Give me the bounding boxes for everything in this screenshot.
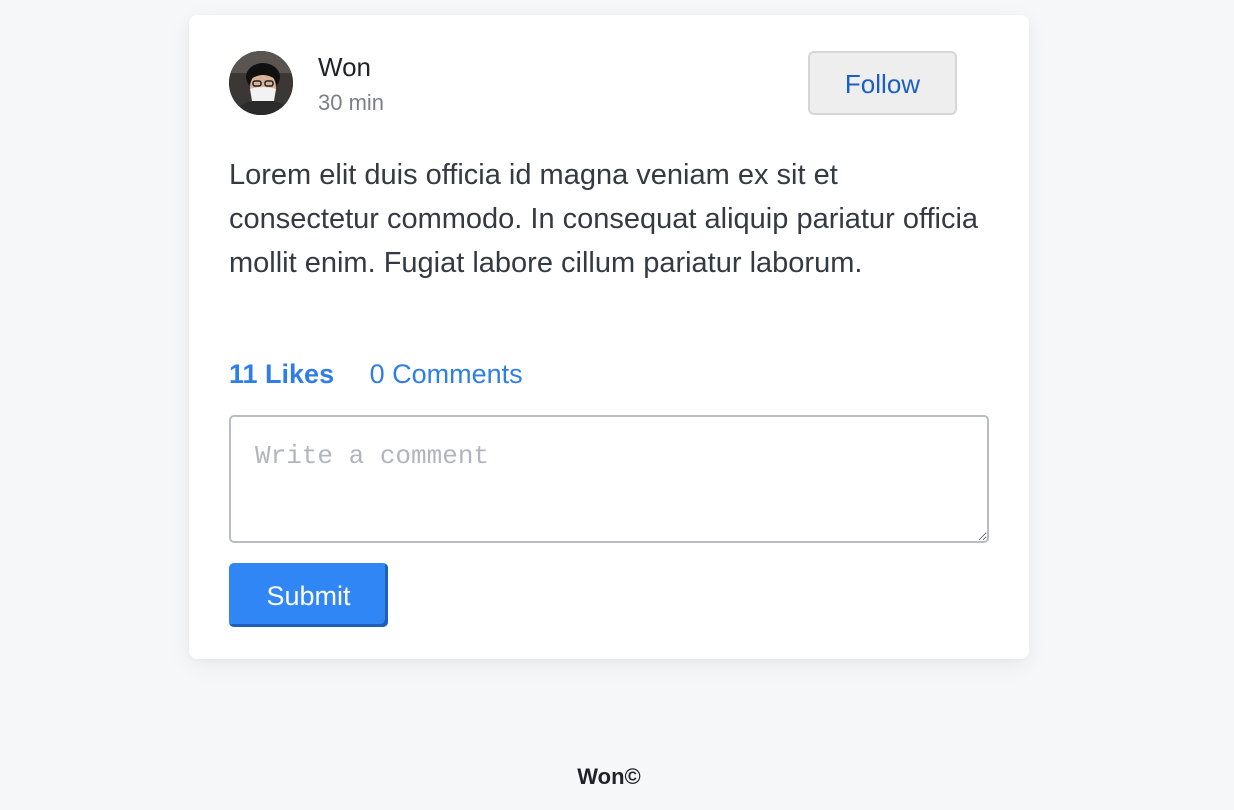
submit-button[interactable]: Submit	[229, 563, 388, 627]
author-avatar[interactable]	[229, 51, 293, 115]
post-time: 30 min	[318, 90, 385, 115]
author-name[interactable]: Won	[318, 52, 371, 82]
footer-text: Won©	[577, 764, 641, 789]
post-body-text: Lorem elit duis officia id magna veniam …	[229, 159, 979, 279]
post-stats: 11 Likes 0 Comments	[229, 358, 523, 390]
post-card: Won 30 min Follow Lorem elit duis offici…	[189, 15, 1029, 659]
likes-link[interactable]: 11 Likes	[229, 359, 334, 389]
follow-button[interactable]: Follow	[808, 51, 957, 115]
comments-link[interactable]: 0 Comments	[370, 359, 523, 389]
page: Won 30 min Follow Lorem elit duis offici…	[0, 0, 1234, 810]
avatar-photo-icon	[229, 51, 293, 115]
comment-input[interactable]	[229, 415, 989, 543]
